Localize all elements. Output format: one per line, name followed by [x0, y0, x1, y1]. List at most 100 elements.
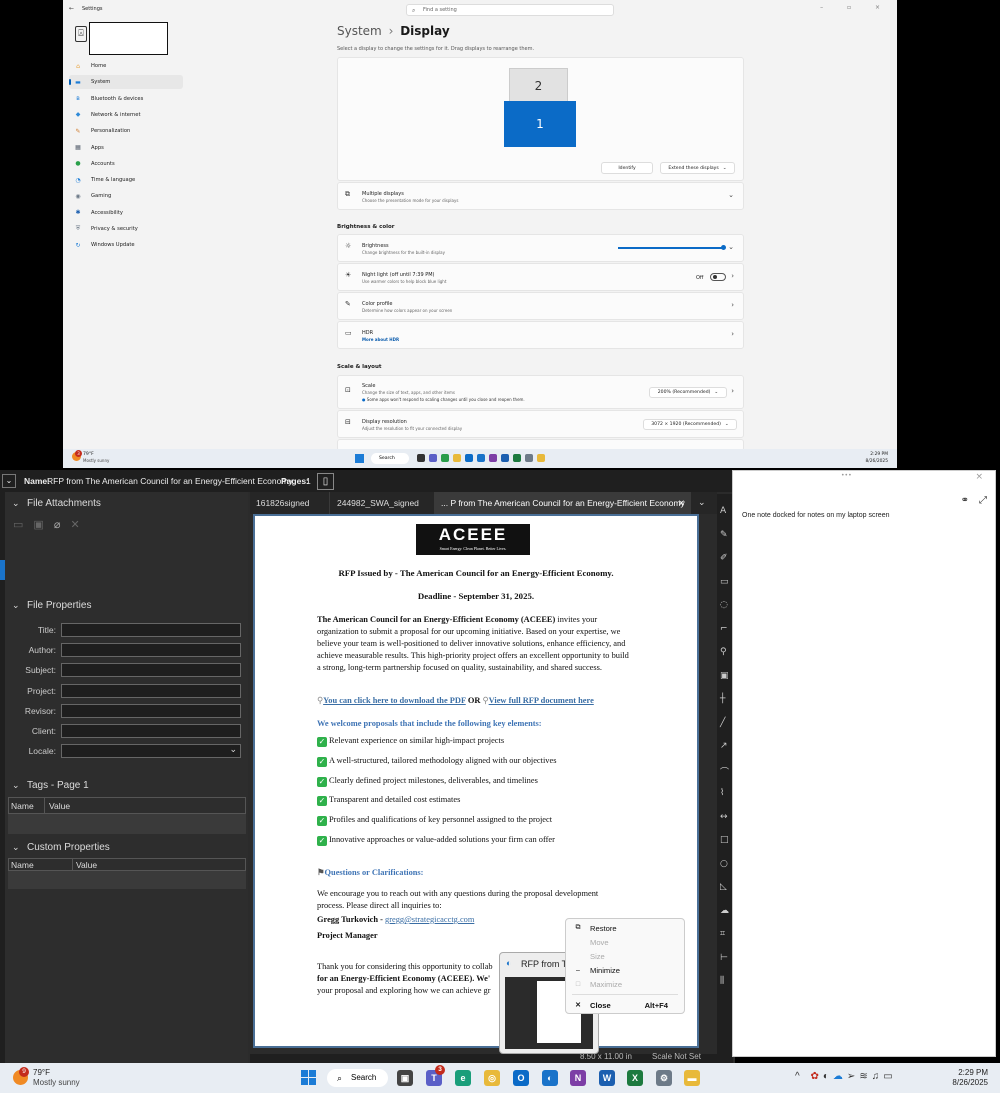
sidebar-item-accounts[interactable]: ● Accounts: [69, 157, 183, 171]
night-light-row[interactable]: ☀ Night light (off until 7:39 PM) Use wa…: [337, 263, 744, 291]
tab-244982-swa-signed[interactable]: 244982_SWA_signed: [331, 492, 435, 514]
polyline-icon[interactable]: ⌇: [720, 788, 724, 798]
task-view-icon[interactable]: ▣: [397, 1070, 413, 1086]
back-arrow-icon[interactable]: ←: [69, 5, 74, 12]
highlight-tool-icon[interactable]: ✐: [720, 553, 728, 563]
eraser-tool-icon[interactable]: ▭: [720, 577, 729, 587]
send-icon[interactable]: ➢: [847, 1071, 859, 1082]
snap-icon[interactable]: ⊢: [720, 953, 728, 963]
tab-list-chevron-icon[interactable]: ⌄: [698, 497, 706, 508]
top-taskbar-app-icon[interactable]: [417, 454, 425, 462]
sidebar-item-apps[interactable]: ▦ Apps: [69, 141, 183, 155]
window-controls[interactable]: – ▫ ×: [820, 4, 891, 11]
menu-restore[interactable]: ⧉ Restore: [566, 921, 684, 935]
tab-161826signed[interactable]: 161826signed: [250, 492, 330, 514]
top-taskbar-app-icon[interactable]: [477, 454, 485, 462]
top-taskbar-app-icon[interactable]: [441, 454, 449, 462]
sidebar-item-network-internet[interactable]: ◆ Network & internet: [69, 108, 183, 122]
measure-icon[interactable]: ┼: [720, 694, 725, 704]
expand-icon[interactable]: ⤢: [979, 495, 987, 506]
extend-displays-dropdown[interactable]: Extend these displays ⌄: [660, 162, 735, 174]
wifi-icon[interactable]: ≋: [859, 1071, 871, 1082]
callout-icon[interactable]: ⌐: [720, 624, 728, 634]
calibrate-icon[interactable]: ⫼: [720, 976, 724, 986]
top-taskbar-app-icon[interactable]: [429, 454, 437, 462]
chrome-icon[interactable]: ◎: [484, 1070, 500, 1086]
file-explorer-icon[interactable]: ▬: [684, 1070, 700, 1086]
polygon-icon[interactable]: ◺: [720, 882, 727, 892]
chevron-down-icon[interactable]: ⌄: [12, 498, 20, 509]
crop-icon[interactable]: ⌗: [720, 929, 725, 939]
stamp-icon[interactable]: ⚲: [720, 647, 727, 657]
delete-icon[interactable]: ✕: [70, 519, 89, 531]
arc-icon[interactable]: ⌒: [720, 765, 729, 778]
cloud-icon[interactable]: ☁: [720, 906, 729, 916]
settings-icon[interactable]: ⚙: [656, 1070, 672, 1086]
top-taskbar-app-icon[interactable]: [537, 454, 545, 462]
battery-icon[interactable]: ▭: [883, 1071, 896, 1082]
line-icon[interactable]: ╱: [720, 718, 725, 728]
onedrive-icon[interactable]: ☁: [833, 1071, 847, 1082]
sidebar-item-system[interactable]: ▬ System: [69, 75, 183, 90]
hdr-link[interactable]: More about HDR: [362, 337, 399, 342]
scale-dropdown[interactable]: 200% (Recommended) ⌄: [649, 387, 727, 398]
note-text[interactable]: One note docked for notes on my laptop s…: [742, 512, 889, 519]
header-dropdown[interactable]: ⌄: [2, 474, 16, 488]
chevron-down-icon[interactable]: ⌄: [12, 600, 20, 611]
chevron-down-icon[interactable]: ⌄: [12, 780, 20, 791]
pen-tool-icon[interactable]: ✎: [720, 530, 728, 540]
sidebar-item-bluetooth-devices[interactable]: ʙ Bluetooth & devices: [69, 92, 183, 106]
save-icon[interactable]: ▣: [33, 519, 53, 531]
teams-icon[interactable]: T3: [426, 1065, 445, 1086]
lasso-icon[interactable]: ◌: [720, 600, 728, 610]
night-light-toggle[interactable]: [710, 273, 726, 281]
onenote-icon[interactable]: N: [570, 1070, 586, 1086]
settings-search-input[interactable]: ⌕ Find a setting: [406, 4, 614, 16]
brightness-slider-thumb[interactable]: [721, 245, 726, 250]
multiple-displays-row[interactable]: ⧉ Multiple displays Choose the presentat…: [337, 182, 744, 210]
sidebar-item-home[interactable]: ⌂ Home: [69, 59, 183, 73]
prop-input-project[interactable]: [61, 683, 241, 698]
prop-input-title[interactable]: [61, 623, 241, 637]
start-icon[interactable]: [355, 454, 364, 463]
tray-chevron-icon[interactable]: ^: [795, 1071, 804, 1082]
contact-email[interactable]: gregg@strategicacctg.com: [385, 915, 474, 924]
tab-rfp-active[interactable]: ... P from The American Council for an E…: [435, 492, 691, 514]
top-taskbar-app-icon[interactable]: [525, 454, 533, 462]
paperclip-icon[interactable]: ⌀: [54, 519, 71, 531]
dock-grip-icon[interactable]: •••: [841, 472, 852, 479]
top-taskbar-app-icon[interactable]: [513, 454, 521, 462]
view-rfp-link[interactable]: View full RFP document here: [489, 696, 594, 705]
taskbar-search-box[interactable]: ⌕ Search: [327, 1069, 388, 1087]
close-icon[interactable]: ×: [975, 472, 983, 482]
top-search-box[interactable]: Search: [371, 453, 409, 464]
weather-icon[interactable]: 9: [13, 1067, 29, 1085]
sidebar-item-windows-update[interactable]: ↻ Windows Update: [69, 238, 183, 252]
sidebar-item-accessibility[interactable]: ✱ Accessibility: [69, 206, 183, 220]
dropbox-icon[interactable]: ✿: [810, 1071, 822, 1082]
sidebar-item-personalization[interactable]: ✎ Personalization: [69, 124, 183, 138]
sidebar-item-gaming[interactable]: ◉ Gaming: [69, 189, 183, 203]
ellipse-icon[interactable]: ○: [720, 859, 728, 869]
prop-input-subject[interactable]: [61, 663, 241, 678]
menu-close[interactable]: ✕ Close Alt+F4: [566, 998, 684, 1012]
dimension-icon[interactable]: ↔: [720, 812, 728, 822]
prop-input-revisor[interactable]: [61, 703, 241, 718]
monitor-1[interactable]: 1: [504, 101, 576, 147]
brightness-slider[interactable]: [618, 245, 726, 250]
hdr-row[interactable]: ▭ HDR More about HDR ›: [337, 321, 744, 349]
text-tool-icon[interactable]: A: [720, 506, 726, 516]
sidebar-item-time-language[interactable]: ◔ Time & language: [69, 173, 183, 187]
resolution-dropdown[interactable]: 3072 × 1920 (Recommended) ⌄: [643, 419, 737, 430]
sidebar-item-privacy-security[interactable]: ⛨ Privacy & security: [69, 222, 183, 236]
color-profile-row[interactable]: ✎ Color profile Determine how colors app…: [337, 292, 744, 320]
start-icon[interactable]: [301, 1070, 317, 1086]
close-tab-icon[interactable]: ✕: [678, 498, 685, 509]
page-thumbnail-icon[interactable]: ▯: [317, 473, 334, 490]
top-taskbar-app-icon[interactable]: [453, 454, 461, 462]
app-tray-icon[interactable]: ◐: [823, 1071, 833, 1082]
top-taskbar-app-icon[interactable]: [501, 454, 509, 462]
breadcrumb-system[interactable]: System: [337, 24, 382, 38]
word-icon[interactable]: W: [599, 1070, 615, 1086]
arrow-icon[interactable]: ↗: [720, 741, 728, 751]
